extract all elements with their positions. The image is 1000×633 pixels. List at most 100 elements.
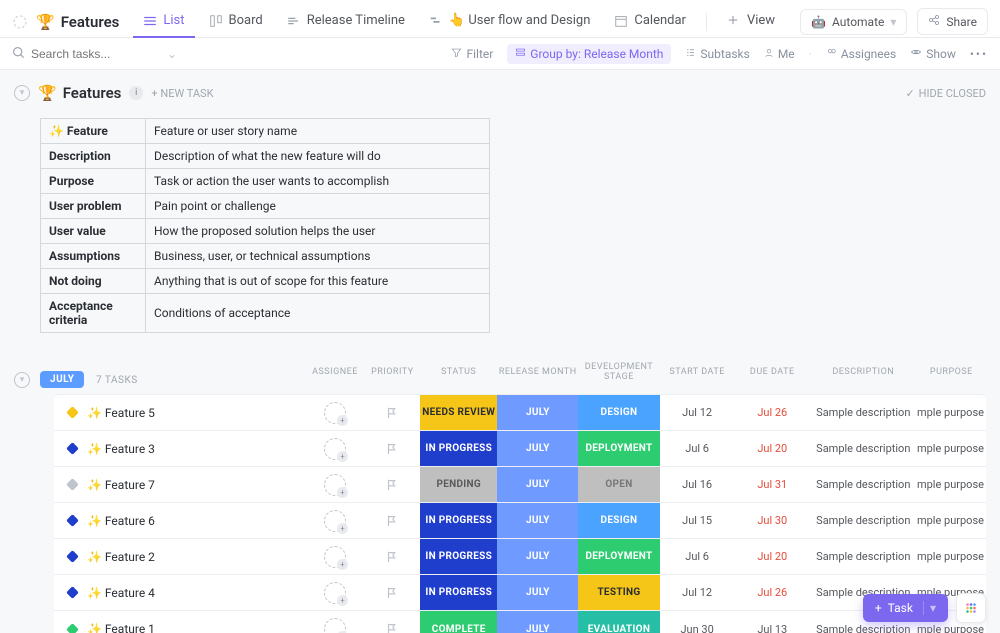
month-cell[interactable]: JULY [497,539,578,574]
task-row[interactable]: ✨ Feature 7 PENDING JULY OPEN Jul 16 Jul… [54,467,986,503]
chevron-down-icon[interactable]: ⌄ [167,47,177,61]
purpose-cell[interactable]: Sample purpose [917,395,986,430]
share-button[interactable]: Share [917,8,988,35]
assignee-cell[interactable] [305,611,364,633]
page-title[interactable]: 🏆 Features [36,13,119,31]
priority-cell[interactable] [365,395,420,430]
tab-user-flow[interactable]: 👆 User flow and Design [419,5,600,38]
month-cell[interactable]: JULY [497,431,578,466]
task-name-cell[interactable]: ✨ Feature 2 [54,539,305,574]
stage-cell[interactable]: DESIGN [578,503,659,538]
new-task-button[interactable]: + NEW TASK [151,87,213,100]
start-date-cell[interactable]: Jul 15 [660,503,735,538]
priority-cell[interactable] [365,611,420,633]
status-cell[interactable]: NEEDS REVIEW [420,395,497,430]
priority-cell[interactable] [365,503,420,538]
task-name-cell[interactable]: ✨ Feature 3 [54,431,305,466]
group-pill[interactable]: JULY [40,371,84,388]
due-date-cell[interactable]: Jul 26 [735,575,810,610]
start-date-cell[interactable]: Jun 30 [660,611,735,633]
due-date-cell[interactable]: Jul 20 [735,431,810,466]
task-name-cell[interactable]: ✨ Feature 1 [54,611,305,633]
due-date-cell[interactable]: Jul 26 [735,395,810,430]
stage-cell[interactable]: TESTING [578,575,659,610]
description-cell[interactable]: Sample description [810,503,917,538]
task-name-cell[interactable]: ✨ Feature 7 [54,467,305,502]
stage-cell[interactable]: DEPLOYMENT [578,539,659,574]
apps-fab[interactable] [956,593,986,623]
tab-list[interactable]: List [133,5,194,38]
purpose-cell[interactable]: Sample purpose [917,467,986,502]
month-cell[interactable]: JULY [497,575,578,610]
description-cell[interactable]: Sample description [810,431,917,466]
assignees-button[interactable]: Assignees [826,47,896,61]
tab-release-timeline[interactable]: Release Timeline [277,5,415,38]
group-collapse-toggle[interactable]: ▾ [14,372,30,388]
status-cell[interactable]: IN PROGRESS [420,503,497,538]
due-date-cell[interactable]: Jul 31 [735,467,810,502]
subtasks-button[interactable]: Subtasks [685,47,749,61]
due-date-cell[interactable]: Jul 20 [735,539,810,574]
search-input[interactable] [31,47,161,61]
month-cell[interactable]: JULY [497,395,578,430]
status-cell[interactable]: IN PROGRESS [420,431,497,466]
collapse-toggle[interactable]: ▾ [14,85,30,101]
start-date-cell[interactable]: Jul 12 [660,395,735,430]
due-date-cell[interactable]: Jul 13 [735,611,810,633]
task-name-cell[interactable]: ✨ Feature 4 [54,575,305,610]
task-row[interactable]: ✨ Feature 3 IN PROGRESS JULY DEPLOYMENT … [54,431,986,467]
status-cell[interactable]: IN PROGRESS [420,575,497,610]
assignee-cell[interactable] [305,395,364,430]
assignee-cell[interactable] [305,539,364,574]
me-button[interactable]: Me [764,47,795,61]
task-row[interactable]: ✨ Feature 6 IN PROGRESS JULY DESIGN Jul … [54,503,986,539]
priority-cell[interactable] [365,539,420,574]
description-cell[interactable]: Sample description [810,467,917,502]
filter-button[interactable]: Filter [451,47,493,61]
priority-cell[interactable] [365,467,420,502]
chevron-down-icon[interactable]: ▾ [923,601,936,615]
description-cell[interactable]: Sample description [810,539,917,574]
task-row[interactable]: ✨ Feature 1 COMPLETE JULY EVALUATION Jun… [54,611,986,633]
start-date-cell[interactable]: Jul 16 [660,467,735,502]
assignee-cell[interactable] [305,431,364,466]
task-name-cell[interactable]: ✨ Feature 6 [54,503,305,538]
stage-cell[interactable]: DESIGN [578,395,659,430]
hide-closed-toggle[interactable]: ✓ HIDE CLOSED [905,87,986,100]
info-icon[interactable]: i [129,86,143,100]
due-date-cell[interactable]: Jul 30 [735,503,810,538]
purpose-cell[interactable]: Sample purpose [917,503,986,538]
task-row[interactable]: ✨ Feature 5 NEEDS REVIEW JULY DESIGN Jul… [54,395,986,431]
priority-cell[interactable] [365,431,420,466]
month-cell[interactable]: JULY [497,503,578,538]
tab-board[interactable]: Board [199,5,273,38]
status-cell[interactable]: PENDING [420,467,497,502]
automate-button[interactable]: 🤖 Automate ▾ [800,9,907,35]
month-cell[interactable]: JULY [497,467,578,502]
stage-cell[interactable]: OPEN [578,467,659,502]
task-row[interactable]: ✨ Feature 4 IN PROGRESS JULY TESTING Jul… [54,575,986,611]
assignee-cell[interactable] [305,467,364,502]
start-date-cell[interactable]: Jul 6 [660,539,735,574]
priority-cell[interactable] [365,575,420,610]
tab-calendar[interactable]: Calendar [604,5,696,38]
task-name-cell[interactable]: ✨ Feature 5 [54,395,305,430]
purpose-cell[interactable]: Sample purpose [917,539,986,574]
start-date-cell[interactable]: Jul 12 [660,575,735,610]
show-button[interactable]: Show [910,46,956,61]
tab-add-view[interactable]: View [717,5,785,38]
status-cell[interactable]: IN PROGRESS [420,539,497,574]
new-task-fab[interactable]: + Task ▾ [863,594,948,622]
assignee-cell[interactable] [305,575,364,610]
task-row[interactable]: ✨ Feature 2 IN PROGRESS JULY DEPLOYMENT … [54,539,986,575]
description-cell[interactable]: Sample description [810,395,917,430]
more-button[interactable]: ••• [970,47,988,61]
stage-cell[interactable]: EVALUATION [578,611,659,633]
purpose-cell[interactable]: Sample purpose [917,431,986,466]
groupby-pill[interactable]: Group by: Release Month [507,44,671,64]
month-cell[interactable]: JULY [497,611,578,633]
status-cell[interactable]: COMPLETE [420,611,497,633]
assignee-cell[interactable] [305,503,364,538]
start-date-cell[interactable]: Jul 6 [660,431,735,466]
stage-cell[interactable]: DEPLOYMENT [578,431,659,466]
